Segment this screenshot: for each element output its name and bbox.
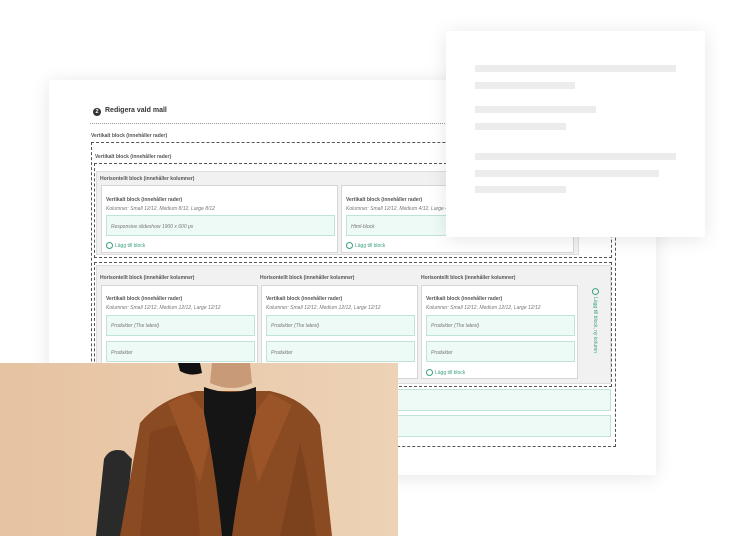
skeleton-line	[475, 153, 676, 160]
column-label: Vertikalt block (innehåller rader)	[106, 296, 183, 302]
content-block-label: Produkter	[431, 350, 453, 356]
column-label: Vertikalt block (innehåller rader)	[106, 197, 183, 203]
skeleton-line	[475, 186, 566, 193]
content-block-label: Produkter (The latest)	[271, 323, 320, 329]
content-block-label: Produkter	[271, 350, 293, 356]
column-block[interactable]: Vertikalt block (innehåller rader) Kolum…	[421, 285, 578, 379]
column-block[interactable]: Vertikalt block (innehåller rader) Kolum…	[101, 185, 338, 253]
editor-header: 2 Redigera vald mall	[93, 107, 393, 119]
outer-block-label: Vertikalt block (innehåller rader)	[91, 133, 168, 139]
content-block[interactable]: Produkter	[106, 341, 255, 362]
column-sizes: Kolumner: Small 12/12, Medium 12/12, Lar…	[266, 305, 381, 311]
fashion-photo	[0, 363, 398, 536]
add-block-link[interactable]: Lägg till block	[346, 242, 385, 249]
add-block-link[interactable]: Lägg till block	[426, 369, 465, 376]
content-block-label: Produkter (The latest)	[431, 323, 480, 329]
content-block[interactable]: Produkter (The latest)	[106, 315, 255, 336]
add-column-link[interactable]: Lägg till block, ny kolumn	[591, 281, 606, 361]
skeleton-line	[475, 106, 596, 113]
column-sizes: Kolumner: Small 12/12, Medium 4/12, Larg…	[346, 206, 455, 212]
content-block-label: Responsive slideshow 1900 x 600 px	[111, 224, 194, 230]
row2-label: Horisontellt block (innehåller kolumner)	[260, 275, 355, 281]
row2-label: Horisontellt block (innehåller kolumner)	[421, 275, 516, 281]
skeleton-line	[475, 123, 566, 130]
column-sizes: Kolumner: Small 12/12, Medium 12/12, Lar…	[106, 305, 221, 311]
content-block[interactable]: Produkter	[266, 341, 415, 362]
plus-circle-icon	[106, 242, 113, 249]
placeholder-card	[446, 31, 705, 237]
skeleton-line	[475, 170, 659, 177]
content-block[interactable]: Responsive slideshow 1900 x 600 px	[106, 215, 335, 236]
column-label: Vertikalt block (innehåller rader)	[266, 296, 343, 302]
column-label: Vertikalt block (innehåller rader)	[426, 296, 503, 302]
column-sizes: Kolumner: Small 12/12, Medium 8/12, Larg…	[106, 206, 215, 212]
editor-title: Redigera vald mall	[105, 107, 167, 114]
content-block[interactable]: Produkter	[426, 341, 575, 362]
plus-circle-icon	[426, 369, 433, 376]
add-block-link[interactable]: Lägg till block	[106, 242, 145, 249]
content-block[interactable]: Produkter (The latest)	[426, 315, 575, 336]
skeleton-line	[475, 65, 676, 72]
content-block-label: Produkter (The latest)	[111, 323, 160, 329]
step-number-badge: 2	[93, 108, 101, 116]
content-block-label: Produkter	[111, 350, 133, 356]
content-block-label: Html-block	[351, 224, 375, 230]
column-label: Vertikalt block (innehåller rader)	[346, 197, 423, 203]
plus-circle-icon	[591, 288, 599, 296]
inner-block-label: Vertikalt block (innehåller rader)	[95, 154, 172, 160]
column-sizes: Kolumner: Small 12/12, Medium 12/12, Lar…	[426, 305, 541, 311]
model-in-coat-image	[0, 363, 398, 536]
plus-circle-icon	[346, 242, 353, 249]
row2-label: Horisontellt block (innehåller kolumner)	[100, 275, 195, 281]
skeleton-line	[475, 82, 575, 89]
content-block[interactable]: Produkter (The latest)	[266, 315, 415, 336]
row1-label: Horisontellt block (innehåller kolumner)	[100, 176, 195, 182]
